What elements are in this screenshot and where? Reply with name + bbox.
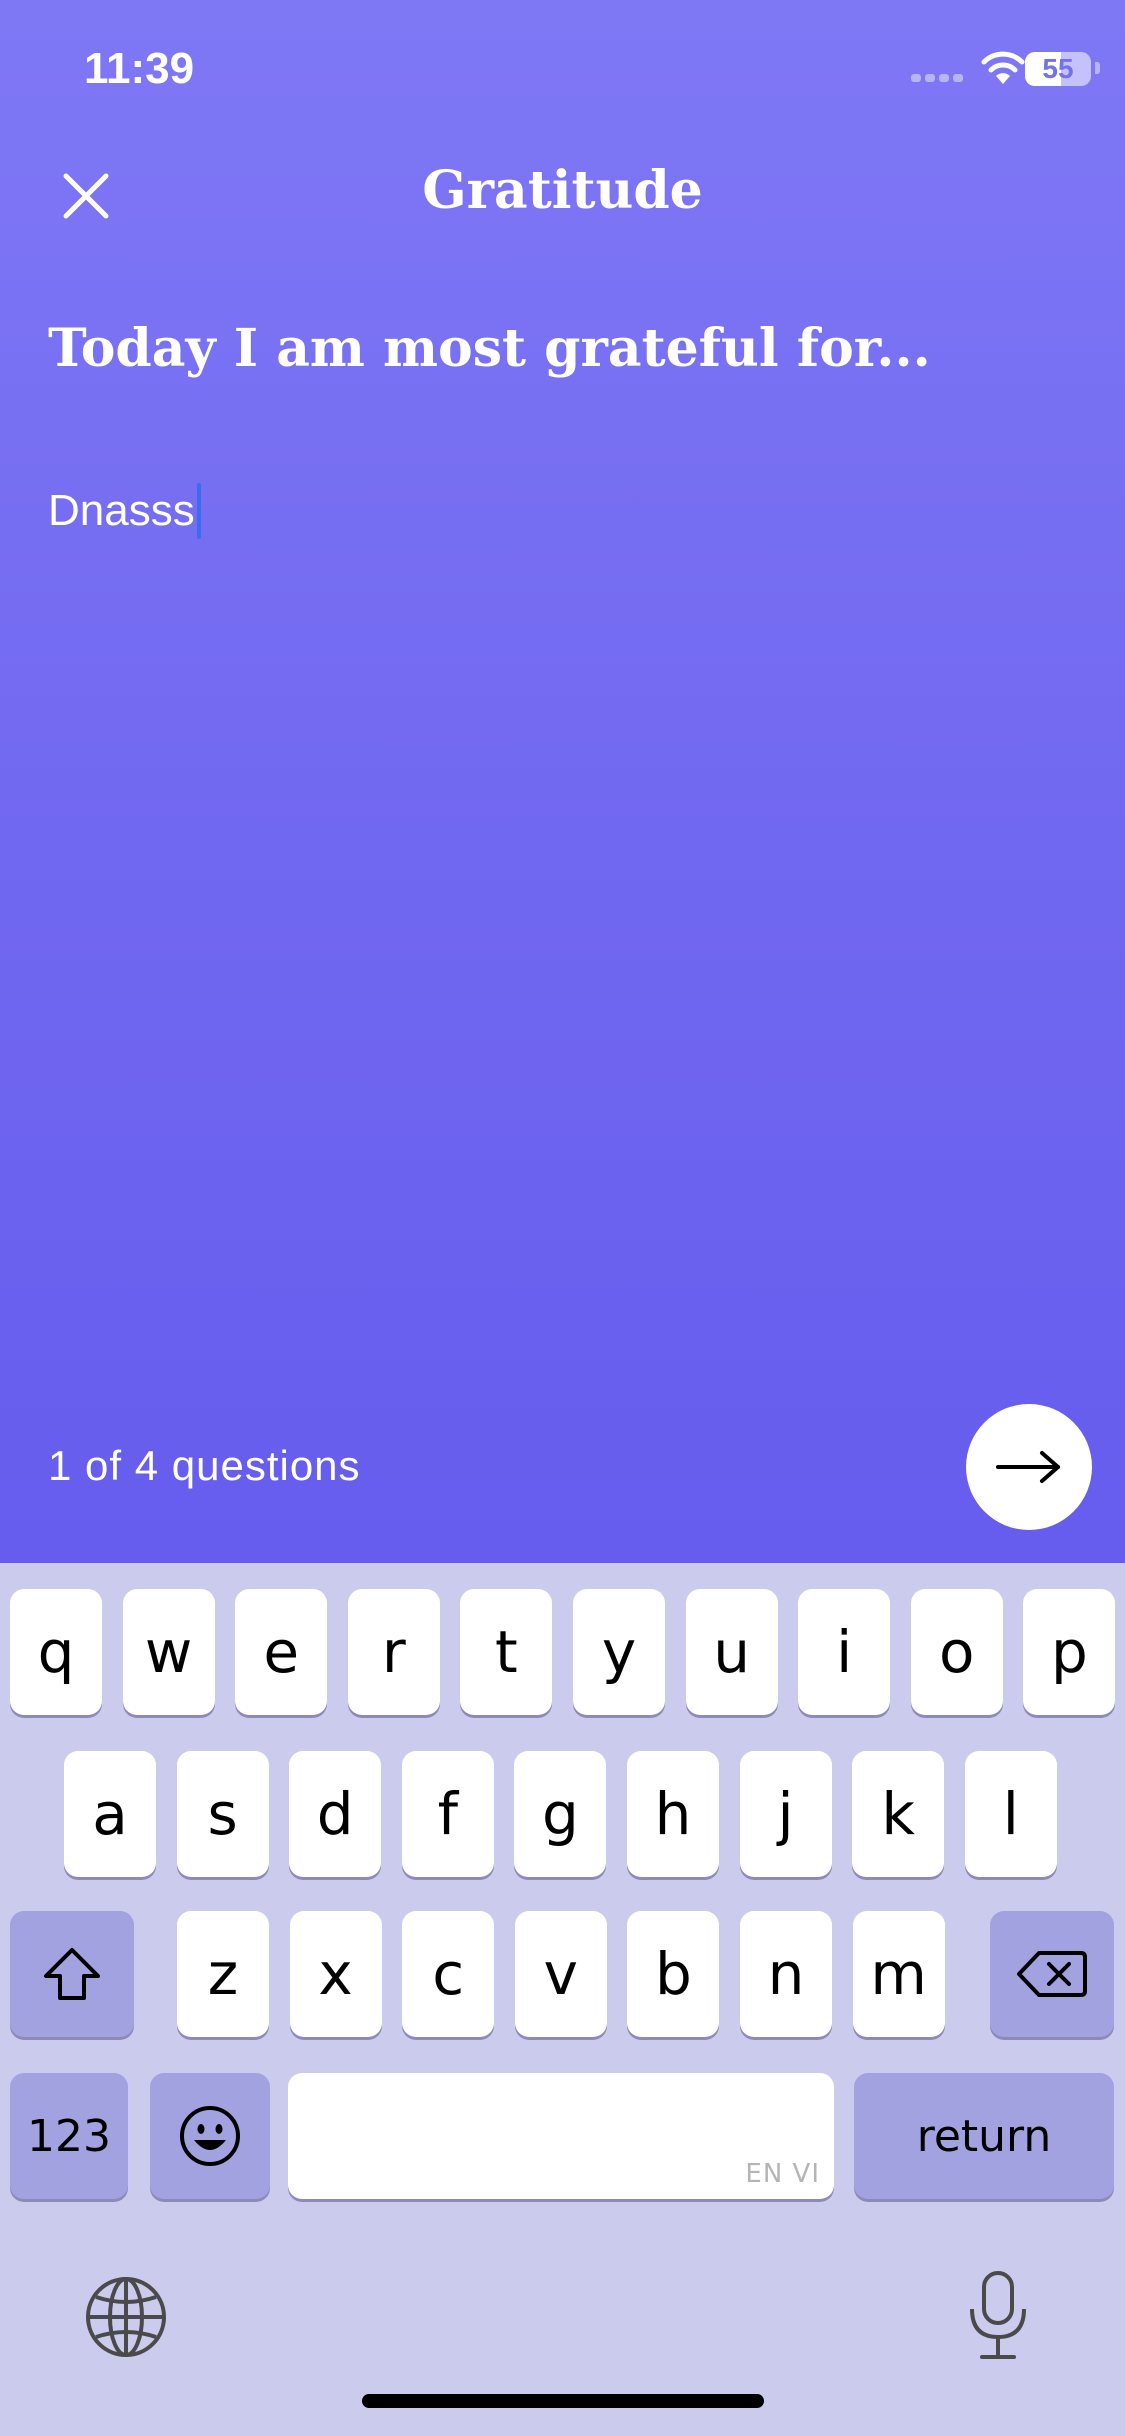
emoji-icon (180, 2106, 240, 2166)
numbers-key[interactable]: 123 (10, 2073, 128, 2199)
battery-level: 55 (1042, 53, 1074, 84)
key-v[interactable]: v (514, 1911, 607, 2037)
key-b[interactable]: b (627, 1911, 720, 2037)
key-r[interactable]: r (347, 1589, 440, 1715)
key-q[interactable]: q (10, 1589, 102, 1715)
key-s[interactable]: s (176, 1751, 269, 1877)
key-h[interactable]: h (627, 1751, 719, 1877)
return-key[interactable]: return (854, 2073, 1114, 2199)
key-g[interactable]: g (514, 1751, 607, 1877)
home-indicator (362, 2394, 764, 2408)
key-k[interactable]: k (852, 1751, 945, 1877)
answer-input[interactable]: Dnasss (48, 476, 1078, 546)
page-title: Gratitude (422, 160, 703, 221)
key-w[interactable]: w (122, 1589, 215, 1715)
key-i[interactable]: i (798, 1589, 891, 1715)
arrow-right-icon (996, 1451, 1060, 1483)
key-f[interactable]: f (401, 1751, 494, 1877)
key-x[interactable]: x (289, 1911, 382, 2037)
space-language-hint: EN VI (745, 2159, 820, 2189)
key-d[interactable]: d (289, 1751, 382, 1877)
key-z[interactable]: z (177, 1911, 269, 2037)
shift-icon (44, 1948, 100, 2000)
shift-key[interactable] (10, 1911, 134, 2037)
next-button[interactable] (966, 1404, 1092, 1530)
key-a[interactable]: a (64, 1751, 156, 1877)
battery-cap (1095, 62, 1100, 74)
key-n[interactable]: n (740, 1911, 832, 2037)
key-p[interactable]: p (1023, 1589, 1116, 1715)
answer-text: Dnasss (48, 486, 195, 535)
globe-icon[interactable] (84, 2275, 168, 2359)
key-m[interactable]: m (852, 1911, 945, 2037)
key-l[interactable]: l (964, 1751, 1057, 1877)
emoji-key[interactable] (150, 2073, 270, 2199)
journal-screen: 11:39 55 Gratitude Today I am most grate… (0, 0, 1125, 1563)
cellular-signal-icon (911, 74, 965, 82)
microphone-icon[interactable] (966, 2269, 1030, 2363)
key-j[interactable]: j (739, 1751, 832, 1877)
key-y[interactable]: y (573, 1589, 665, 1715)
backspace-key[interactable] (990, 1911, 1114, 2037)
key-c[interactable]: c (402, 1911, 495, 2037)
battery-icon: 55 (1025, 52, 1091, 86)
key-e[interactable]: e (235, 1589, 328, 1715)
text-caret (196, 483, 201, 539)
key-u[interactable]: u (685, 1589, 778, 1715)
wifi-icon (981, 51, 1025, 84)
key-o[interactable]: o (910, 1589, 1003, 1715)
question-text: Today I am most grateful for... (48, 318, 931, 379)
space-key[interactable]: EN VI (288, 2073, 834, 2199)
keyboard: qwertyuiop asdfghjkl zxcvbnm 123 EN VI r… (0, 1563, 1125, 2436)
question-progress: 1 of 4 questions (48, 1442, 361, 1489)
status-time: 11:39 (84, 44, 195, 93)
key-t[interactable]: t (460, 1589, 553, 1715)
backspace-icon (1017, 1951, 1087, 1997)
